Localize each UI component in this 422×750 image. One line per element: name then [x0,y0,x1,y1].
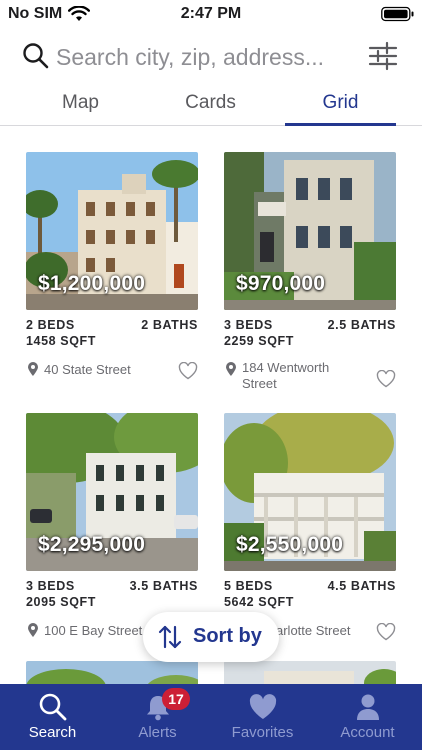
status-time: 2:47 PM [180,5,242,22]
listing-card[interactable] [224,661,396,684]
listing-price: $2,550,000 [236,533,344,556]
favorite-heart-icon[interactable] [376,370,396,388]
tabbar-search[interactable]: Search [0,684,105,750]
listing-beds: 5 BEDS [224,579,273,593]
listing-card[interactable]: $970,000 3 BEDS 2.5 BATHS 2259 SQFT 184 … [224,152,396,396]
map-pin-icon [28,623,38,637]
tabbar-alerts-label: Alerts [138,724,177,741]
listing-address-row: 184 Wentworth Street [224,360,396,396]
tabbar-account[interactable]: Account [315,684,420,750]
sort-arrows-icon [158,625,182,649]
listing-photo[interactable]: $970,000 [224,152,396,310]
person-icon [357,694,379,720]
listing-photo[interactable]: $2,550,000 [224,413,396,571]
listing-baths: 3.5 BATHS [129,579,198,593]
listing-photo[interactable] [224,661,396,684]
listing-specs: 3 BEDS 2.5 BATHS 2259 SQFT [224,318,396,352]
listing-photo[interactable] [26,661,198,684]
filter-sliders-icon[interactable] [368,40,398,72]
listing-sqft: 2095 SQFT [26,595,97,609]
listing-card[interactable] [26,661,198,684]
tabbar-account-label: Account [340,724,395,741]
listing-card[interactable]: $1,200,000 2 BEDS 2 BATHS 1458 SQFT 40 S… [26,152,198,396]
tabbar-alerts[interactable]: 17 Alerts [105,684,210,750]
tab-grid[interactable]: Grid [285,86,396,126]
status-bar: No SIM 2:47 PM [0,0,422,28]
listing-photo[interactable]: $1,200,000 [26,152,198,310]
bottom-tab-bar: Search 17 Alerts Favorites Account [0,684,422,750]
tab-cards[interactable]: Cards [155,86,266,126]
tabbar-favorites[interactable]: Favorites [210,684,315,750]
search-input[interactable] [56,39,356,75]
favorite-heart-icon[interactable] [376,623,396,641]
tabbar-favorites-label: Favorites [231,724,294,741]
listing-sqft: 2259 SQFT [224,334,295,348]
listing-beds: 2 BEDS [26,318,75,332]
listing-price: $1,200,000 [38,272,146,295]
tabbar-search-label: Search [28,724,77,741]
house-photo-image [224,661,396,684]
listing-photo[interactable]: $2,295,000 [26,413,198,571]
listing-grid: $1,200,000 2 BEDS 2 BATHS 1458 SQFT 40 S… [0,152,422,684]
battery-icon [381,6,414,22]
listing-beds: 3 BEDS [26,579,75,593]
search-bar [0,36,422,80]
listing-price: $970,000 [236,272,326,295]
listing-baths: 4.5 BATHS [327,579,396,593]
house-photo-image [26,661,198,684]
view-tabs: Map Cards Grid [0,86,422,126]
listing-specs: 5 BEDS 4.5 BATHS 5642 SQFT [224,579,396,613]
listing-address: 40 State Street [44,362,131,377]
listing-address: 184 Wentworth Street [242,360,330,391]
sort-by-button[interactable]: Sort by [143,612,279,662]
listing-specs: 3 BEDS 3.5 BATHS 2095 SQFT [26,579,198,613]
map-pin-icon [28,362,38,376]
alerts-count-badge: 17 [162,688,190,710]
listing-baths: 2 BATHS [141,318,198,332]
listing-sqft: 1458 SQFT [26,334,97,348]
listing-price: $2,295,000 [38,533,146,556]
favorite-heart-icon[interactable] [178,362,198,380]
listing-address: arlotte Street [276,623,351,638]
map-pin-icon [226,362,236,376]
listing-baths: 2.5 BATHS [327,318,396,332]
listing-specs: 2 BEDS 2 BATHS 1458 SQFT [26,318,198,352]
listing-sqft: 5642 SQFT [224,595,295,609]
tab-map[interactable]: Map [25,86,136,126]
heart-icon [249,694,277,719]
search-icon [23,43,49,69]
active-tab-indicator [285,123,396,126]
listing-beds: 3 BEDS [224,318,273,332]
listing-address-row: 40 State Street [26,360,198,396]
search-icon [39,693,67,721]
sort-by-label: Sort by [193,625,262,647]
